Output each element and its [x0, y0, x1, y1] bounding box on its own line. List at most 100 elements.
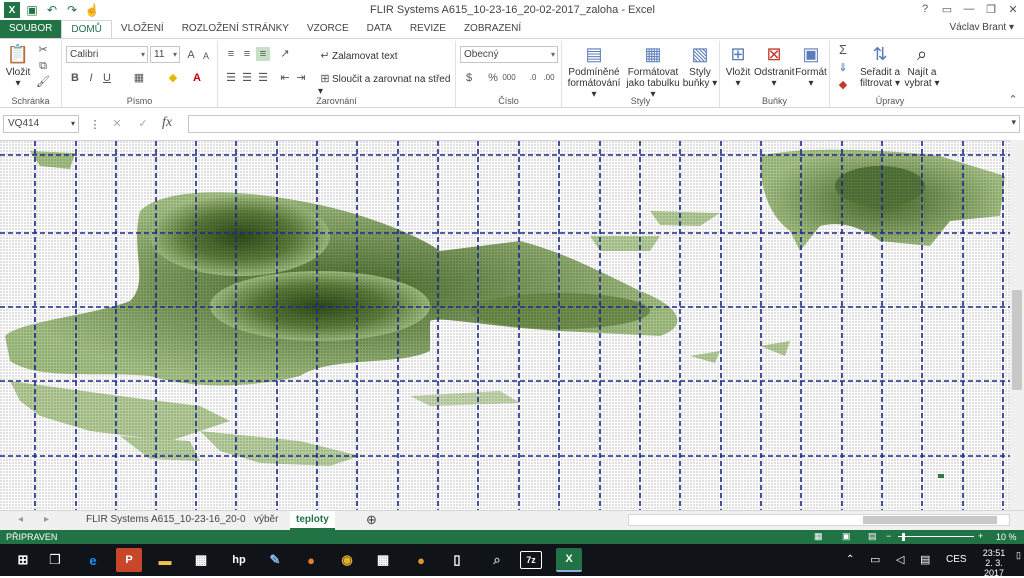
orientation-icon[interactable]: ↗: [278, 47, 292, 61]
tab-review[interactable]: REVIZE: [401, 20, 455, 38]
collapse-ribbon-icon[interactable]: ⌃: [1006, 93, 1020, 107]
media-icon[interactable]: ◉: [334, 548, 360, 572]
sheet-tab-vyber[interactable]: výběr: [248, 511, 284, 530]
minimize-icon[interactable]: —: [958, 0, 980, 18]
normal-view-icon[interactable]: ▦: [814, 531, 823, 542]
add-sheet-icon[interactable]: ⊕: [360, 511, 383, 530]
disc-icon[interactable]: ●: [408, 548, 434, 572]
page-layout-view-icon[interactable]: ▣: [842, 531, 851, 542]
wrap-text-button[interactable]: ↵ Zalamovat text: [318, 49, 397, 63]
format-as-table-button[interactable]: ▦ Formátovat jako tabulku ▾: [624, 43, 682, 100]
sort-filter-button[interactable]: ⇅ Seřadit a filtrovat ▾: [858, 43, 902, 89]
zoom-slider[interactable]: [898, 536, 974, 537]
number-format-select[interactable]: Obecný ▾: [460, 46, 558, 63]
notifications-icon[interactable]: ▯: [1016, 550, 1021, 561]
shrink-font-icon[interactable]: A: [199, 49, 213, 63]
align-left-icon[interactable]: ☰: [224, 71, 238, 85]
bold-button[interactable]: B: [68, 71, 82, 85]
italic-button[interactable]: I: [84, 71, 98, 85]
merge-center-button[interactable]: ⊞ Sloučit a zarovnat na střed ▾: [318, 72, 455, 97]
zoom-out-icon[interactable]: −: [886, 531, 891, 541]
align-middle-icon[interactable]: ≡: [240, 47, 254, 61]
borders-icon[interactable]: ▦: [132, 71, 146, 85]
7zip-icon[interactable]: 7z: [520, 551, 542, 569]
clock[interactable]: 23:51 2. 3. 2017: [974, 548, 1014, 578]
horizontal-scrollbar[interactable]: [628, 514, 1010, 526]
tab-insert[interactable]: VLOŽENÍ: [112, 20, 173, 38]
font-name-select[interactable]: Calibri ▾: [66, 46, 148, 63]
calculator-icon[interactable]: ▦: [370, 548, 396, 572]
cell-styles-button[interactable]: ▧ Styly buňky ▾: [682, 43, 718, 89]
sheet-tab-flir[interactable]: FLIR Systems A615_10-23-16_20-0: [80, 511, 252, 530]
search-tool-icon[interactable]: ⌕: [484, 548, 510, 572]
store-icon[interactable]: ▦: [188, 548, 214, 572]
tab-home[interactable]: DOMŮ: [61, 20, 112, 38]
page-break-view-icon[interactable]: ▤: [868, 531, 877, 542]
align-bottom-icon[interactable]: ≡: [256, 47, 270, 61]
language-indicator[interactable]: CES: [946, 554, 967, 565]
comma-style-icon[interactable]: 000: [502, 71, 516, 85]
formula-input[interactable]: ▾: [188, 115, 1020, 133]
close-icon[interactable]: ✕: [1002, 0, 1024, 18]
edge-icon[interactable]: e: [80, 548, 106, 572]
align-top-icon[interactable]: ≡: [224, 47, 238, 61]
zoom-slider-thumb[interactable]: [902, 533, 905, 541]
vertical-scrollbar[interactable]: [1010, 140, 1024, 510]
fill-color-icon[interactable]: ◆: [166, 71, 180, 85]
format-painter-icon[interactable]: 🖌: [36, 75, 50, 89]
tab-data[interactable]: DATA: [358, 20, 401, 38]
align-center-icon[interactable]: ☰: [240, 71, 254, 85]
font-color-icon[interactable]: A: [190, 71, 204, 85]
insert-cells-button[interactable]: ⊞ Vložit ▾: [722, 43, 754, 89]
tab-formulas[interactable]: VZORCE: [298, 20, 358, 38]
underline-button[interactable]: U: [100, 71, 114, 85]
help-icon[interactable]: ?: [914, 0, 936, 18]
restore-icon[interactable]: ❐: [980, 0, 1002, 18]
tray-chevron-icon[interactable]: ⌃: [846, 554, 854, 565]
conditional-formatting-button[interactable]: ▤ Podmíněné formátování ▾: [564, 43, 624, 100]
copy-icon[interactable]: ⧉: [36, 59, 50, 73]
volume-icon[interactable]: ◁: [896, 553, 904, 566]
tab-file[interactable]: SOUBOR: [0, 20, 62, 38]
format-cells-button[interactable]: ▣ Formát ▾: [794, 43, 828, 89]
find-select-button[interactable]: ⌕ Najít a vybrat ▾: [902, 43, 942, 89]
start-icon[interactable]: ⊞: [10, 548, 36, 572]
percent-icon[interactable]: %: [486, 71, 500, 85]
tab-page-layout[interactable]: ROZLOŽENÍ STRÁNKY: [173, 20, 298, 38]
vertical-scroll-thumb[interactable]: [1012, 290, 1022, 390]
scroll-right-icon[interactable]: ▸: [38, 511, 55, 530]
horizontal-scroll-thumb[interactable]: [863, 516, 997, 524]
name-box[interactable]: VQ414 ▾: [3, 115, 79, 133]
touch-mode-icon[interactable]: ☝: [84, 2, 100, 18]
worksheet-grid[interactable]: [0, 140, 1016, 510]
undo-icon[interactable]: ↶: [44, 2, 60, 18]
save-icon[interactable]: ▣: [24, 2, 40, 18]
tab-view[interactable]: ZOBRAZENÍ: [455, 20, 530, 38]
decrease-indent-icon[interactable]: ⇤: [278, 71, 292, 85]
firefox-icon[interactable]: ●: [298, 548, 324, 572]
font-size-select[interactable]: 11 ▾: [150, 46, 180, 63]
ribbon-display-icon[interactable]: ▭: [936, 0, 958, 18]
clear-icon[interactable]: ◆: [836, 78, 850, 92]
autosum-icon[interactable]: Σ: [836, 43, 850, 57]
enter-icon[interactable]: ✓: [136, 117, 150, 131]
cancel-icon[interactable]: ✕: [110, 117, 124, 131]
grow-font-icon[interactable]: A: [184, 48, 198, 62]
excel-taskbar-icon[interactable]: X: [556, 548, 582, 572]
task-view-icon[interactable]: ❐: [42, 548, 68, 572]
accounting-format-icon[interactable]: $: [462, 71, 476, 85]
network-icon[interactable]: ▭: [870, 553, 880, 566]
document-icon[interactable]: ▯: [444, 548, 470, 572]
redo-icon[interactable]: ↷: [64, 2, 80, 18]
increase-decimal-icon[interactable]: .0: [526, 71, 540, 85]
zoom-level[interactable]: 10 %: [996, 532, 1017, 542]
insert-function-icon[interactable]: fx: [162, 115, 172, 131]
keyboard-icon[interactable]: ▤: [920, 553, 930, 566]
fill-icon[interactable]: ⇓: [836, 61, 850, 75]
powerpoint-icon[interactable]: P: [116, 548, 142, 572]
paste-button[interactable]: 📋 Vložit ▾: [4, 43, 32, 89]
paint-icon[interactable]: ✎: [262, 548, 288, 572]
scroll-left-icon[interactable]: ◂: [12, 511, 29, 530]
file-explorer-icon[interactable]: ▬: [152, 548, 178, 572]
zoom-in-icon[interactable]: +: [978, 531, 983, 541]
